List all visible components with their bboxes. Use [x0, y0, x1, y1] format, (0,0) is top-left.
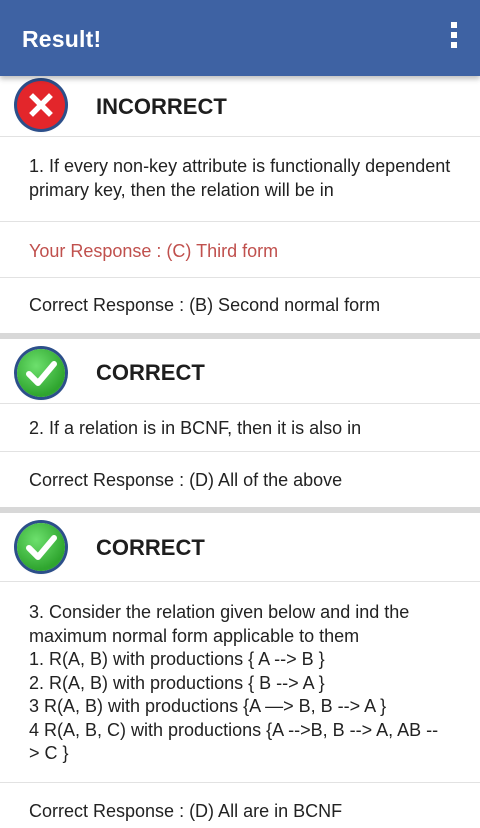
result-card-2: CORRECT 2. If a relation is in BCNF, the…	[0, 339, 480, 507]
status-label: INCORRECT	[96, 94, 227, 119]
question-line: 1. R(A, B) with productions { A --> B }	[29, 649, 325, 669]
question-line: 3 R(A, B) with productions {A —> B, B --…	[29, 696, 387, 716]
question-text: 3. Consider the relation given below and…	[0, 581, 480, 782]
card-header: CORRECT	[0, 339, 480, 403]
correct-response: Correct Response : (B) Second normal for…	[0, 277, 480, 333]
your-response: Your Response : (C) Third form	[0, 221, 480, 277]
check-icon	[17, 523, 65, 571]
results-list[interactable]: INCORRECT 1. If every non-key attribute …	[0, 76, 480, 828]
check-icon	[17, 349, 65, 397]
status-label: CORRECT	[96, 360, 205, 385]
overflow-menu-icon[interactable]	[444, 22, 464, 54]
cross-icon	[17, 81, 65, 129]
question-line: 2. R(A, B) with productions { B --> A }	[29, 672, 325, 693]
result-card-3: CORRECT 3. Consider the relation given b…	[0, 513, 480, 828]
correct-response: Correct Response : (D) All are in BCNF	[0, 781, 480, 828]
question-line: 4 R(A, B, C) with productions {A -->B, B…	[29, 719, 439, 764]
question-line: 3. Consider the relation given below and…	[29, 602, 410, 646]
correct-response: Correct Response : (D) All of the above	[0, 451, 480, 507]
app-bar: Result!	[0, 0, 480, 76]
question-text: 1. If every non-key attribute is functio…	[0, 136, 480, 221]
status-label: CORRECT	[96, 535, 205, 560]
question-text: 2. If a relation is in BCNF, then it is …	[0, 403, 480, 451]
result-card-1: INCORRECT 1. If every non-key attribute …	[0, 76, 480, 333]
card-header: CORRECT	[0, 513, 480, 581]
card-header: INCORRECT	[0, 76, 480, 136]
page-title: Result!	[22, 26, 102, 52]
